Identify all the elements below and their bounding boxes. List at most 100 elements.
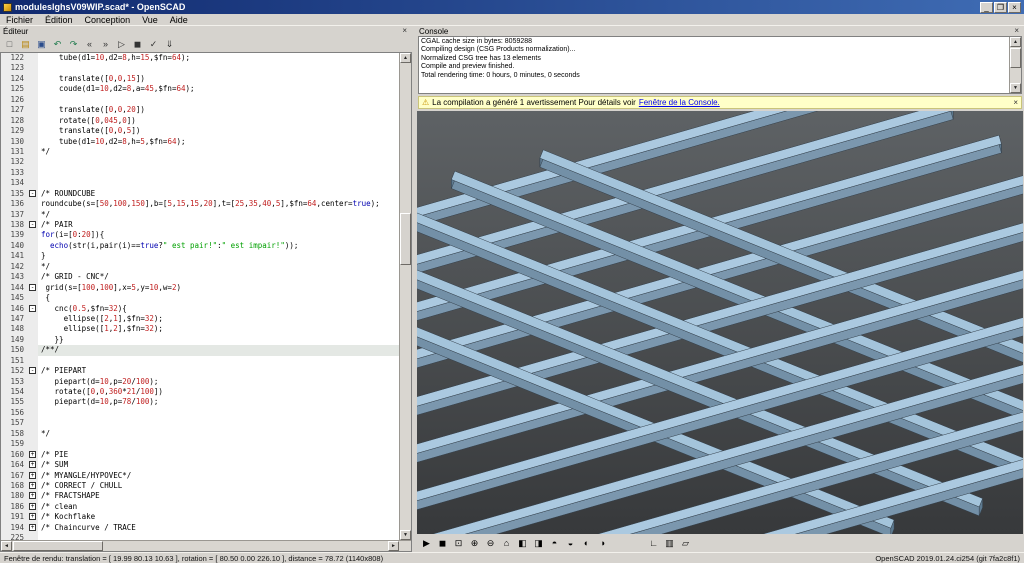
code-text[interactable]: /* FRACTSHAPE xyxy=(38,491,399,501)
code-text[interactable]: { xyxy=(38,293,399,303)
preview-icon[interactable]: ▶ xyxy=(419,536,434,550)
view-all-icon[interactable]: ⊡ xyxy=(451,536,466,550)
code-line[interactable]: 137 */ xyxy=(1,209,399,220)
code-line[interactable]: 191 +/* Kochflake xyxy=(1,512,399,523)
export-icon[interactable]: ⇓ xyxy=(162,37,177,51)
code-text[interactable] xyxy=(38,63,399,73)
code-line[interactable]: 142 */ xyxy=(1,261,399,273)
code-text[interactable]: /* CORRECT / CHULL xyxy=(38,481,399,491)
code-text[interactable]: rotate([0,0,360*21/100]) xyxy=(38,387,399,397)
unindent-icon[interactable]: « xyxy=(82,37,97,51)
code-text[interactable]: translate([0,0,15]) xyxy=(38,74,399,84)
bottom-view-icon[interactable]: ◒ xyxy=(563,536,578,550)
code-text[interactable]: /* Kochflake xyxy=(38,512,399,522)
code-line[interactable]: 146- cnc(0.5,$fn=32){ xyxy=(1,303,399,314)
code-text[interactable] xyxy=(38,439,399,449)
code-text[interactable]: */ xyxy=(38,262,399,272)
new-file-icon[interactable]: □ xyxy=(2,37,17,51)
fold-marker-icon[interactable]: + xyxy=(27,522,38,534)
code-line[interactable]: 156 xyxy=(1,407,399,419)
code-line[interactable]: 149 }} xyxy=(1,334,399,346)
code-line[interactable]: 225 xyxy=(1,533,399,540)
code-line[interactable]: 153 piepart(d=10,p=20/100); xyxy=(1,376,399,387)
fold-marker-icon[interactable]: - xyxy=(27,188,38,200)
code-line[interactable]: 124 translate([0,0,15]) xyxy=(1,73,399,85)
show-scale-icon[interactable]: ▥ xyxy=(662,536,677,550)
left-view-icon[interactable]: ◧ xyxy=(515,536,530,550)
undo-icon[interactable]: ↶ xyxy=(50,37,65,51)
code-text[interactable]: /* PIE xyxy=(38,450,399,460)
code-text[interactable]: /* PAIR xyxy=(38,220,399,230)
fold-marker-icon[interactable]: - xyxy=(27,282,38,294)
code-line[interactable]: 160 +/* PIE xyxy=(1,449,399,461)
back-view-icon[interactable]: ◑ xyxy=(595,536,610,550)
code-line[interactable]: 123 xyxy=(1,63,399,74)
console-close-icon[interactable]: × xyxy=(1012,27,1021,35)
code-text[interactable] xyxy=(38,95,399,105)
code-text[interactable]: roundcube(s=[50,100,150],b=[5,15,15,20],… xyxy=(38,199,399,209)
scroll-left-icon[interactable]: ◄ xyxy=(1,541,12,551)
title-bar[interactable]: moduleslghsV09WIP.scad* - OpenSCAD _ ❐ × xyxy=(0,0,1024,14)
console-output[interactable]: CGAL cache size in bytes: 8059288 Compili… xyxy=(418,36,1022,94)
fold-marker-icon[interactable]: + xyxy=(27,480,38,492)
code-text[interactable]: ellipse([2,1],$fn=32); xyxy=(38,314,399,324)
code-text[interactable]: tube(d1=10,d2=8,h=15,$fn=64); xyxy=(38,53,399,63)
save-icon[interactable]: ▣ xyxy=(34,37,49,51)
fold-marker-icon[interactable]: - xyxy=(27,366,38,377)
code-text[interactable]: */ xyxy=(38,429,399,439)
fold-marker-icon[interactable]: + xyxy=(27,460,38,471)
top-view-icon[interactable]: ◓ xyxy=(547,536,562,550)
close-button[interactable]: × xyxy=(1008,1,1021,13)
code-text[interactable]: /* clean xyxy=(38,502,399,512)
minimize-button[interactable]: _ xyxy=(980,1,993,13)
code-text[interactable]: /* PIEPART xyxy=(38,366,399,376)
code-line[interactable]: 128 rotate([0,045,0]) xyxy=(1,115,399,127)
code-text[interactable]: } xyxy=(38,251,399,261)
editor-hscroll-thumb[interactable] xyxy=(13,541,103,551)
code-line[interactable]: 127 translate([0,0,20]) xyxy=(1,105,399,116)
code-line[interactable]: 130 tube(d1=10,d2=8,h=5,$fn=64); xyxy=(1,136,399,147)
code-line[interactable]: 152-/* PIEPART xyxy=(1,366,399,377)
code-text[interactable]: tube(d1=10,d2=8,h=5,$fn=64); xyxy=(38,137,399,147)
code-line[interactable]: 143 /* GRID - CNC*/ xyxy=(1,272,399,283)
scroll-right-icon[interactable]: ► xyxy=(388,541,400,551)
fold-marker-icon[interactable]: + xyxy=(27,512,38,523)
editor-scroll-thumb[interactable] xyxy=(400,213,412,265)
render-icon[interactable]: ◼ xyxy=(130,37,145,51)
code-area[interactable]: 122 tube(d1=10,d2=8,h=15,$fn=64); 123 124 … xyxy=(1,53,400,540)
indent-icon[interactable]: » xyxy=(98,37,113,51)
console-scroll-up-icon[interactable]: ▲ xyxy=(1010,37,1021,47)
3d-viewport[interactable] xyxy=(417,111,1023,534)
zoom-out-icon[interactable]: ⊖ xyxy=(483,536,498,550)
code-line[interactable]: 151 xyxy=(1,355,399,367)
code-text[interactable] xyxy=(38,418,399,428)
console-scroll-down-icon[interactable]: ▼ xyxy=(1010,83,1021,93)
code-text[interactable]: translate([0,0,20]) xyxy=(38,105,399,115)
code-text[interactable]: piepart(d=10,p=20/100); xyxy=(38,377,399,387)
redo-icon[interactable]: ↷ xyxy=(66,37,81,51)
code-line[interactable]: 150 /**/ xyxy=(1,345,400,356)
code-text[interactable]: /* Chaincurve / TRACE xyxy=(38,523,399,533)
code-line[interactable]: 133 xyxy=(1,167,399,179)
code-line[interactable]: 139 for(i=[0:20]){ xyxy=(1,230,399,241)
check-icon[interactable]: ✓ xyxy=(146,37,161,51)
code-line[interactable]: 145 { xyxy=(1,293,399,304)
console-scroll-thumb[interactable] xyxy=(1010,48,1021,68)
code-text[interactable]: rotate([0,045,0]) xyxy=(38,116,399,126)
code-text[interactable] xyxy=(38,168,399,178)
warning-close-icon[interactable]: × xyxy=(1013,98,1018,107)
code-text[interactable]: /**/ xyxy=(38,345,400,356)
code-line[interactable]: 126 xyxy=(1,94,399,106)
editor-vertical-scrollbar[interactable]: ▲ ▼ xyxy=(399,53,412,540)
code-line[interactable]: 140 echo(str(i,pair(i)==true?" est pair!… xyxy=(1,240,399,252)
menu-aide[interactable]: Aide xyxy=(164,15,194,25)
code-line[interactable]: 122 tube(d1=10,d2=8,h=15,$fn=64); xyxy=(1,53,399,64)
console-window-link[interactable]: Fenêtre de la Console. xyxy=(639,98,720,107)
code-text[interactable]: /* ROUNDCUBE xyxy=(38,189,399,199)
code-text[interactable] xyxy=(38,178,399,188)
scroll-up-icon[interactable]: ▲ xyxy=(400,53,412,63)
code-line[interactable]: 144- grid(s=[100,100],x=5,y=10,w=2) xyxy=(1,282,399,294)
code-text[interactable]: piepart(d=10,p=78/100); xyxy=(38,397,399,407)
code-line[interactable]: 167 +/* MYANGLE/HYPOVEC*/ xyxy=(1,470,399,481)
code-line[interactable]: 168 +/* CORRECT / CHULL xyxy=(1,480,399,492)
